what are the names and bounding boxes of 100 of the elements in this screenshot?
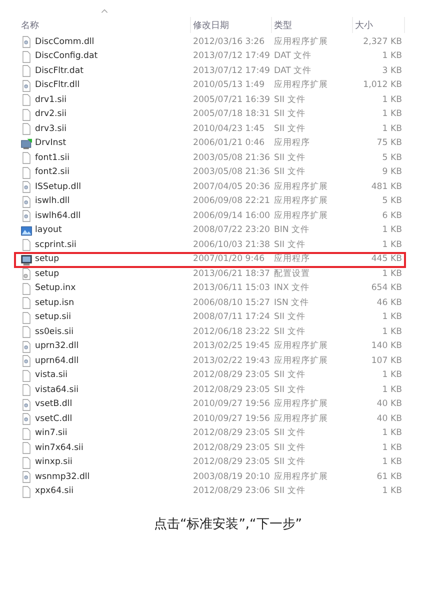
file-name[interactable]: win7.sii bbox=[35, 429, 68, 438]
file-type: SII 文件 bbox=[273, 168, 306, 178]
file-icon bbox=[21, 50, 32, 63]
file-date: 2010/04/23 1:45 bbox=[192, 124, 266, 134]
file-date: 2007/01/20 9:46 bbox=[192, 255, 266, 264]
file-size: 5 KB bbox=[381, 154, 402, 163]
file-date: 2012/08/29 23:05 bbox=[192, 371, 271, 380]
file-name[interactable]: font2.sii bbox=[35, 168, 70, 178]
file-icon bbox=[21, 108, 32, 121]
file-size: 9 KB bbox=[381, 168, 402, 178]
file-name[interactable]: vista.sii bbox=[35, 371, 68, 380]
gear-file-icon bbox=[21, 413, 32, 426]
gear-file-icon bbox=[21, 36, 32, 48]
file-name[interactable]: drv1.sii bbox=[35, 96, 67, 105]
file-icon bbox=[21, 65, 32, 78]
file-date: 2010/05/13 1:49 bbox=[192, 81, 266, 90]
file-size: 140 KB bbox=[370, 342, 402, 352]
file-name[interactable]: winxp.sii bbox=[35, 458, 72, 468]
file-name[interactable]: vista64.sii bbox=[35, 386, 79, 395]
file-date: 2013/06/21 18:37 bbox=[192, 270, 271, 279]
file-type: SII 文件 bbox=[273, 444, 306, 453]
column-header[interactable]: 类型 bbox=[274, 20, 292, 33]
file-date: 2013/06/11 15:03 bbox=[192, 284, 271, 294]
file-name[interactable]: iswlh64.dll bbox=[35, 212, 81, 221]
column-header[interactable]: 大小 bbox=[355, 20, 373, 33]
file-name[interactable]: ss0eis.sii bbox=[35, 328, 74, 337]
file-name[interactable]: uprn32.dll bbox=[35, 342, 79, 352]
file-size: 75 KB bbox=[376, 139, 402, 148]
file-type: SII 文件 bbox=[273, 124, 306, 134]
file-type: SII 文件 bbox=[273, 328, 306, 337]
file-date: 2012/08/29 23:05 bbox=[192, 458, 271, 468]
file-date: 2013/02/25 19:45 bbox=[192, 342, 271, 352]
file-icon bbox=[21, 384, 32, 396]
file-name[interactable]: win7x64.sii bbox=[35, 444, 84, 453]
file-name[interactable]: layout bbox=[35, 226, 62, 236]
file-date: 2010/09/27 19:56 bbox=[192, 400, 271, 410]
file-type: SII 文件 bbox=[273, 386, 306, 395]
column-header[interactable]: 修改日期 bbox=[193, 20, 229, 33]
file-type: 应用程序扩展 bbox=[273, 197, 329, 206]
file-name[interactable]: DrvInst bbox=[35, 139, 66, 148]
file-date: 2013/07/12 17:49 bbox=[192, 66, 271, 76]
file-name[interactable]: ISSetup.dll bbox=[35, 182, 81, 192]
file-name[interactable]: wsnmp32.dll bbox=[35, 472, 90, 482]
file-name[interactable]: DiscFltr.dat bbox=[35, 66, 84, 76]
file-size: 1 KB bbox=[381, 328, 402, 337]
gear-file-icon bbox=[21, 471, 32, 484]
file-name[interactable]: setup.isn bbox=[35, 298, 74, 308]
gear-file-icon bbox=[21, 355, 32, 368]
file-date: 2007/04/05 20:36 bbox=[192, 182, 271, 192]
file-type: 应用程序扩展 bbox=[273, 81, 329, 90]
file-name[interactable]: scprint.sii bbox=[35, 240, 76, 250]
file-date: 2012/08/29 23:06 bbox=[192, 487, 271, 496]
file-date: 2012/08/29 23:05 bbox=[192, 444, 271, 453]
file-date: 2003/05/08 21:36 bbox=[192, 168, 271, 178]
file-date: 2006/08/10 15:27 bbox=[192, 298, 271, 308]
file-name[interactable]: drv2.sii bbox=[35, 110, 67, 120]
file-name[interactable]: drv3.sii bbox=[35, 124, 67, 134]
file-name[interactable]: DiscFltr.dll bbox=[35, 81, 80, 90]
file-name[interactable]: uprn64.dll bbox=[35, 356, 79, 366]
file-type: 应用程序扩展 bbox=[273, 342, 329, 352]
file-type: SII 文件 bbox=[273, 313, 306, 322]
file-type: 应用程序扩展 bbox=[273, 414, 329, 424]
file-name[interactable]: font1.sii bbox=[35, 154, 70, 163]
file-icon bbox=[21, 297, 32, 310]
file-name[interactable]: vsetC.dll bbox=[35, 414, 72, 424]
file-name[interactable]: DiscConfig.dat bbox=[35, 52, 98, 62]
file-icon bbox=[21, 370, 32, 382]
file-icon bbox=[21, 486, 32, 498]
file-size: 1 KB bbox=[381, 429, 402, 438]
file-type: 应用程序 bbox=[273, 255, 311, 264]
file-name[interactable]: iswlh.dll bbox=[35, 197, 70, 206]
file-size: 1 KB bbox=[381, 371, 402, 380]
file-date: 2012/03/16 3:26 bbox=[192, 38, 266, 47]
gear-file-icon bbox=[21, 196, 32, 208]
file-date: 2012/06/18 23:22 bbox=[192, 328, 271, 337]
file-size: 6 KB bbox=[381, 212, 402, 221]
file-icon bbox=[21, 94, 32, 106]
file-name[interactable]: setup bbox=[35, 255, 60, 264]
file-size: 2,327 KB bbox=[362, 38, 402, 47]
file-name[interactable]: xpx64.sii bbox=[35, 487, 74, 496]
file-type: 应用程序扩展 bbox=[273, 400, 329, 410]
file-name[interactable]: setup bbox=[35, 270, 60, 279]
file-size: 1,012 KB bbox=[362, 81, 402, 90]
file-name[interactable]: setup.sii bbox=[35, 313, 72, 322]
column-header[interactable]: 名称 bbox=[21, 20, 39, 33]
file-date: 2006/10/03 21:38 bbox=[192, 240, 271, 250]
file-size: 40 KB bbox=[376, 400, 402, 410]
file-size: 1 KB bbox=[381, 386, 402, 395]
file-type: SII 文件 bbox=[273, 96, 306, 105]
file-name[interactable]: vsetB.dll bbox=[35, 400, 72, 410]
file-size: 3 KB bbox=[381, 66, 402, 76]
file-name[interactable]: Setup.inx bbox=[35, 284, 76, 294]
file-date: 2003/08/19 20:10 bbox=[192, 472, 271, 482]
file-type: SII 文件 bbox=[273, 110, 306, 120]
gear-file-icon bbox=[21, 181, 32, 194]
file-date: 2012/08/29 23:05 bbox=[192, 429, 271, 438]
gear-file-icon bbox=[21, 80, 32, 92]
file-name[interactable]: DiscComm.dll bbox=[35, 38, 94, 47]
file-type: 应用程序 bbox=[273, 139, 311, 148]
file-type: 应用程序扩展 bbox=[273, 472, 329, 482]
